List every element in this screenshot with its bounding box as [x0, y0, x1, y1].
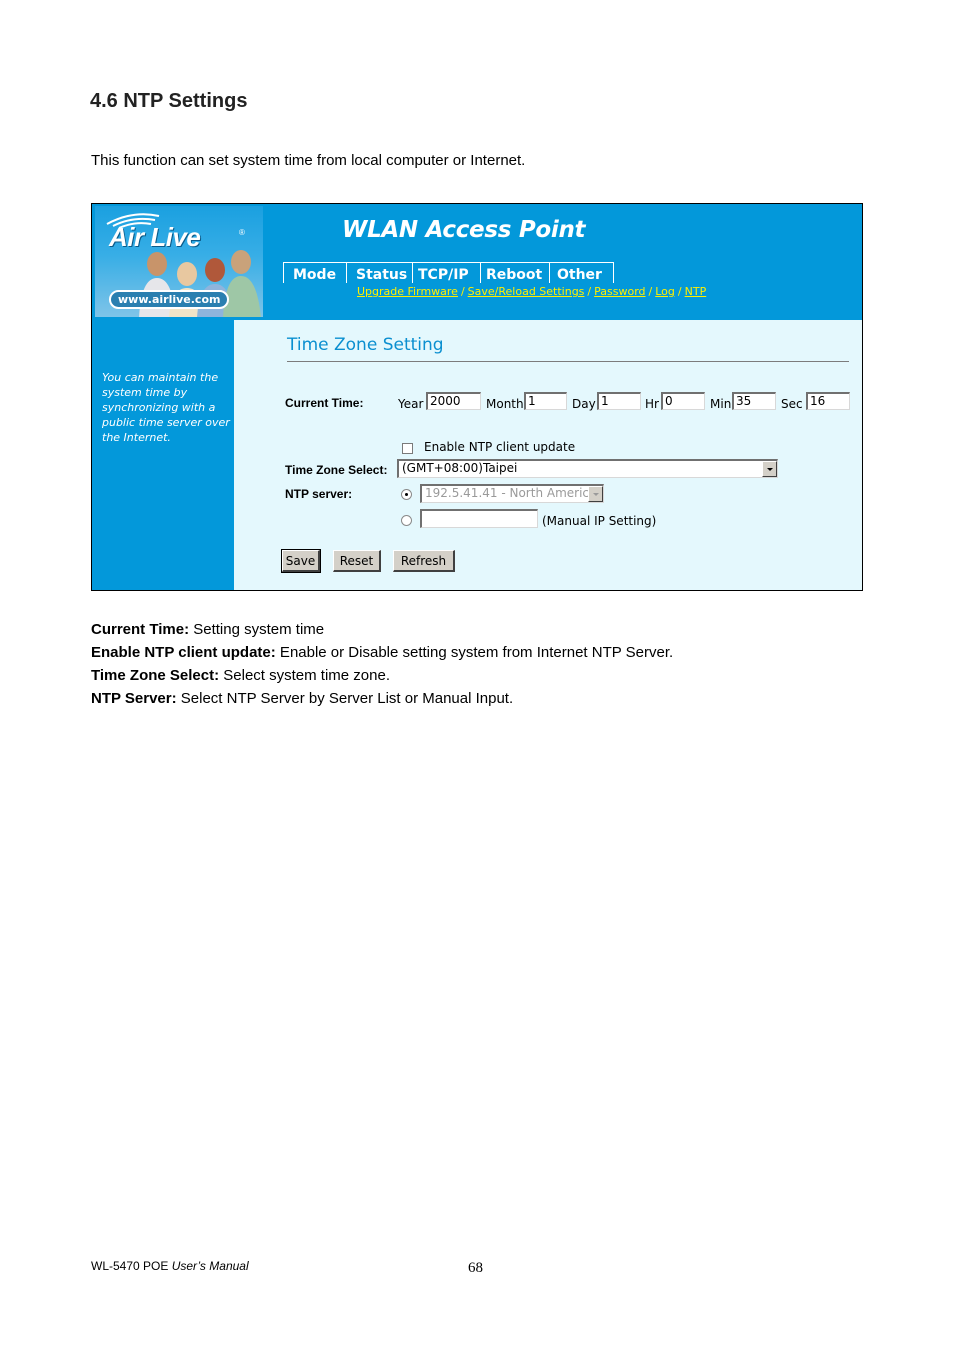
main-tabs: Mode Status TCP/IP Reboot Other	[283, 262, 614, 283]
ntp-server-label: NTP server:	[285, 487, 353, 501]
refresh-button[interactable]: Refresh	[393, 550, 455, 572]
content-panel: Time Zone Setting Current Time: Year 200…	[234, 320, 862, 590]
link-save-reload-settings[interactable]: Save/Reload Settings	[468, 285, 585, 298]
tab-mode[interactable]: Mode	[283, 262, 346, 283]
save-button[interactable]: Save	[281, 549, 321, 573]
definition: Select NTP Server by Server List or Manu…	[176, 690, 514, 707]
minute-label: Min	[710, 397, 732, 411]
hour-input[interactable]: 0	[661, 392, 705, 410]
minute-input[interactable]: 35	[732, 392, 776, 410]
section-title: 4.6 NTP Settings	[90, 90, 248, 112]
footer-manual-title: WL-5470 POE User’s Manual	[91, 1259, 249, 1273]
year-label: Year	[398, 397, 424, 411]
app-title: WLAN Access Point	[342, 217, 586, 243]
content-title: Time Zone Setting	[287, 335, 444, 355]
reset-button[interactable]: Reset	[333, 550, 381, 572]
enable-ntp-label: Enable NTP client update	[424, 440, 576, 454]
tab-reboot[interactable]: Reboot	[480, 262, 549, 283]
chevron-down-icon[interactable]	[762, 461, 777, 477]
separator: /	[587, 285, 592, 298]
manual-ip-input[interactable]	[420, 509, 538, 528]
description-time-zone: Time Zone Select: Select system time zon…	[91, 667, 390, 684]
router-ui-screenshot: Air Live ® www.airlive.com WLAN Access P…	[91, 203, 863, 591]
description-current-time: Current Time: Setting system time	[91, 621, 324, 638]
registered-mark: ®	[239, 228, 245, 237]
sub-navigation: Upgrade Firmware / Save/Reload Settings / Pa…	[357, 285, 706, 298]
current-time-label: Current Time:	[285, 396, 364, 410]
tab-other[interactable]: Other	[549, 262, 614, 283]
airlive-logo: Air Live ® www.airlive.com	[95, 206, 263, 317]
day-label: Day	[572, 397, 596, 411]
term: Current Time:	[91, 621, 190, 638]
definition: Enable or Disable setting system from In…	[275, 644, 674, 661]
time-zone-select[interactable]: (GMT+08:00)Taipei	[397, 459, 778, 478]
time-zone-label: Time Zone Select:	[285, 463, 388, 477]
definition: Select system time zone.	[219, 667, 390, 684]
tab-tcpip[interactable]: TCP/IP	[412, 262, 480, 283]
second-label: Sec	[781, 397, 803, 411]
logo-url: www.airlive.com	[109, 290, 230, 309]
separator: /	[460, 285, 465, 298]
term: Time Zone Select:	[91, 667, 220, 684]
chevron-down-icon[interactable]	[588, 486, 603, 502]
term: Enable NTP client update:	[91, 644, 276, 661]
description-enable-ntp: Enable NTP client update: Enable or Disa…	[91, 644, 673, 661]
ntp-server-list-select[interactable]: 192.5.41.41 - North America	[420, 484, 604, 503]
intro-paragraph: This function can set system time from l…	[91, 152, 526, 169]
ntp-server-list-radio[interactable]	[401, 489, 412, 500]
month-label: Month	[486, 397, 524, 411]
link-ntp[interactable]: NTP	[685, 285, 707, 298]
month-input[interactable]: 1	[524, 392, 567, 410]
description-ntp-server: NTP Server: Select NTP Server by Server …	[91, 690, 513, 707]
separator: /	[677, 285, 682, 298]
manual-ip-note: (Manual IP Setting)	[542, 514, 657, 528]
divider	[287, 361, 849, 362]
day-input[interactable]: 1	[597, 392, 641, 410]
time-zone-value: (GMT+08:00)Taipei	[402, 461, 518, 475]
link-log[interactable]: Log	[655, 285, 675, 298]
enable-ntp-checkbox[interactable]	[402, 443, 413, 454]
ntp-server-list-value: 192.5.41.41 - North America	[425, 486, 597, 500]
term: NTP Server:	[91, 690, 177, 707]
footer-manual: User’s Manual	[171, 1259, 249, 1273]
tab-status[interactable]: Status	[346, 262, 412, 283]
footer-product: WL-5470 POE	[91, 1259, 172, 1273]
app-header: Air Live ® www.airlive.com WLAN Access P…	[92, 204, 862, 320]
sidebar-help-text: You can maintain the system time by sync…	[102, 371, 230, 444]
link-password[interactable]: Password	[594, 285, 645, 298]
definition: Setting system time	[189, 621, 325, 638]
sidebar: You can maintain the system time by sync…	[92, 320, 234, 590]
page-number: 68	[468, 1260, 483, 1276]
year-input[interactable]: 2000	[426, 392, 481, 410]
second-input[interactable]: 16	[806, 392, 850, 410]
link-upgrade-firmware[interactable]: Upgrade Firmware	[357, 285, 458, 298]
ntp-server-manual-radio[interactable]	[401, 515, 412, 526]
separator: /	[648, 285, 653, 298]
hour-label: Hr	[645, 397, 659, 411]
